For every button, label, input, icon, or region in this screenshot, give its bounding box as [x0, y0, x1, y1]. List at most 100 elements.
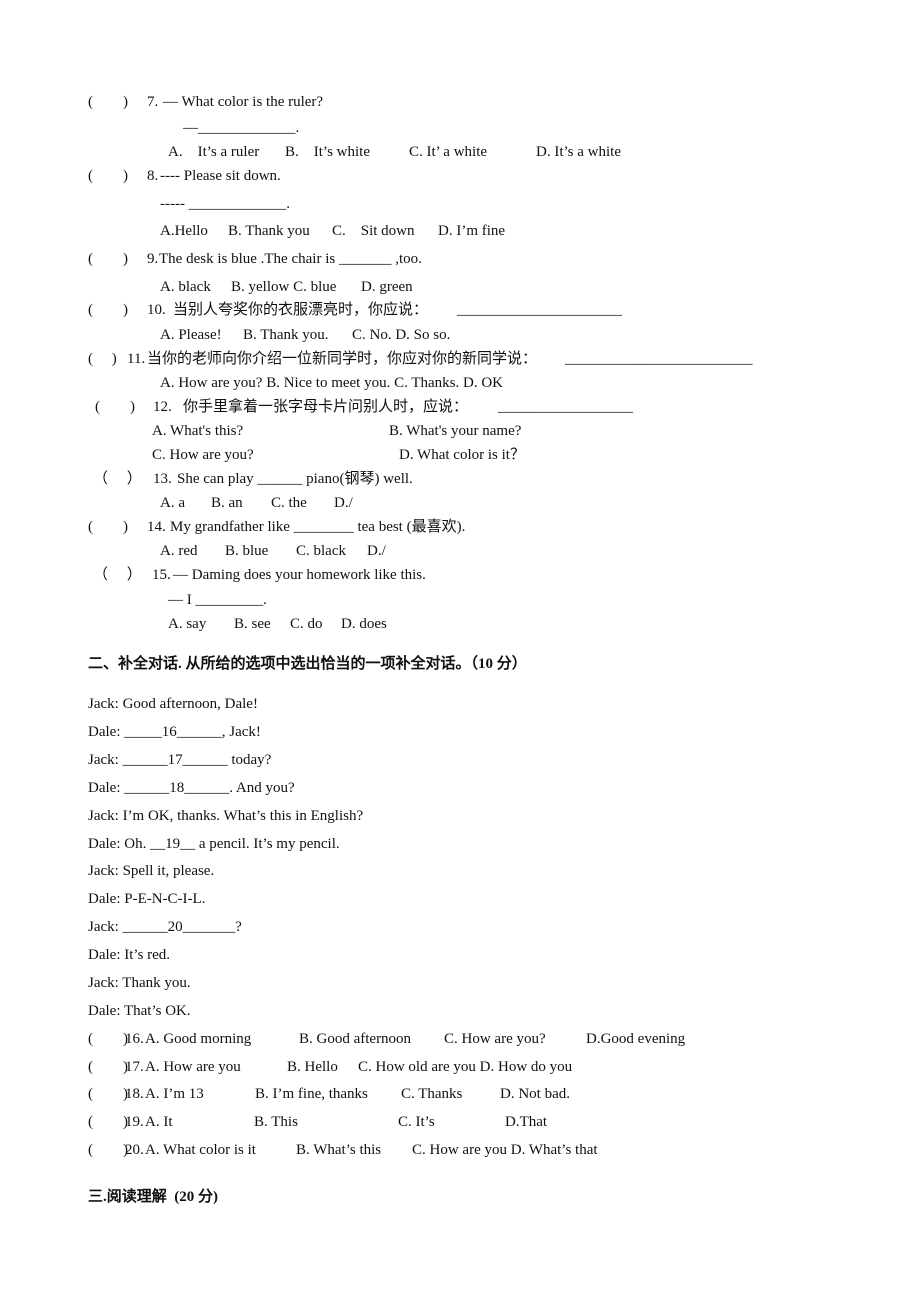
option-a: A. red — [160, 543, 198, 559]
dialogue-line: Dale: _____16______, Jack! — [88, 724, 261, 740]
section-3-heading: 三.阅读理解 (20 分) — [88, 1189, 218, 1205]
answer-bracket[interactable]: ( ) — [88, 301, 128, 319]
option-a: A. I’m 13 — [145, 1086, 204, 1102]
question-number: 18. — [125, 1086, 144, 1102]
question-number: 17. — [125, 1059, 144, 1075]
question-stem: 当你的老师向你介绍一位新同学时，你应对你的新同学说： — [147, 351, 538, 367]
option-a: A.Hello — [160, 223, 208, 239]
option-c: C. How are you D. What’s that — [412, 1142, 598, 1158]
question-number: 8. — [147, 168, 159, 184]
answer-line: —_____________. — [183, 120, 300, 136]
option-b: B. It’s white — [285, 144, 370, 160]
answer-blank: __________________ — [498, 399, 633, 415]
dialogue-line: Jack: ______17______ today? — [88, 752, 272, 768]
question-stem: — What color is the ruler? — [163, 94, 324, 110]
answer-blank: _________________________ — [565, 351, 753, 367]
answer-bracket[interactable]: ( ) — [88, 1113, 128, 1131]
option-a: A. It — [145, 1114, 173, 1130]
answer-bracket[interactable]: ( ) — [88, 1030, 128, 1048]
option-b: B. This — [254, 1114, 298, 1130]
question-stem: 当别人夸奖你的衣服漂亮时，你应说： — [173, 302, 429, 318]
option-c: C. the — [271, 495, 307, 511]
option-a: A. Good morning — [145, 1031, 252, 1047]
dialogue-line: Jack: Good afternoon, Dale! — [88, 696, 258, 712]
option-line: A. How are you? B. Nice to meet you. C. … — [160, 375, 503, 391]
dialogue-line: Jack: Thank you. — [88, 975, 191, 991]
answer-bracket[interactable]: ( ) — [95, 398, 135, 416]
option-c: C. How are you? — [152, 447, 254, 463]
question-number: 14. — [147, 519, 166, 535]
option-d: D. I’m fine — [438, 223, 506, 239]
option-c: C. do — [290, 616, 323, 632]
answer-line: — I _________. — [168, 592, 267, 608]
option-b: B. Thank you. — [243, 327, 329, 343]
dialogue-line: Jack: ______20_______? — [88, 919, 242, 935]
option-a: A. say — [168, 616, 207, 632]
option-d: D.That — [505, 1114, 548, 1130]
question-number: 20. — [125, 1142, 144, 1158]
option-d: D./ — [334, 495, 353, 511]
option-a: A. How are you — [145, 1059, 241, 1075]
option-c: C. How are you? — [444, 1031, 546, 1047]
question-stem: My grandfather like ________ tea best (最… — [170, 519, 466, 535]
dialogue-line: Jack: I’m OK, thanks. What’s this in Eng… — [88, 808, 364, 824]
question-stem: She can play ______ piano(钢琴) well. — [177, 471, 413, 487]
question-number: 15. — [152, 567, 171, 583]
option-b: B. What's your name? — [389, 423, 522, 439]
option-c: C. No. D. So so. — [352, 327, 451, 343]
option-d: D. It’s a white — [536, 144, 621, 160]
option-c: C. Sit down — [332, 223, 415, 239]
answer-bracket[interactable]: ( ) — [88, 1141, 128, 1159]
answer-bracket[interactable]: ( ) — [88, 518, 128, 536]
answer-blank: ______________________ — [457, 302, 622, 318]
question-number: 7. — [147, 94, 159, 110]
option-b: B. Good afternoon — [299, 1031, 412, 1047]
option-d: D. What color is it？ — [399, 447, 525, 463]
dialogue-line: Jack: Spell it, please. — [88, 863, 215, 879]
option-a: A. What color is it — [145, 1142, 256, 1158]
option-b: B. an — [211, 495, 243, 511]
question-number: 9. — [147, 251, 159, 267]
answer-bracket[interactable]: ( ) — [88, 350, 117, 368]
question-stem: 你手里拿着一张字母卡片问别人时，应说： — [183, 399, 469, 415]
option-b: B. see — [234, 616, 271, 632]
answer-bracket[interactable]: ( ) — [88, 250, 128, 268]
option-d: D./ — [367, 543, 386, 559]
option-b: B. Hello — [287, 1059, 338, 1075]
option-d: D. does — [341, 616, 387, 632]
option-b: B. What’s this — [296, 1142, 382, 1158]
option-a: A. a — [160, 495, 185, 511]
dialogue-line: Dale: That’s OK. — [88, 1003, 191, 1019]
question-number: 16. — [125, 1031, 144, 1047]
option-c: C. Thanks — [401, 1086, 463, 1102]
dialogue-line: Dale: ______18______. And you? — [88, 780, 295, 796]
dialogue-line: Dale: P-E-N-C-I-L. — [88, 891, 206, 907]
option-c: C. black — [296, 543, 346, 559]
option-a: A. What's this? — [152, 423, 244, 439]
option-a: A. Please! — [160, 327, 222, 343]
dialogue-line: Dale: It’s red. — [88, 947, 171, 963]
question-number: 19. — [125, 1114, 144, 1130]
option-b: B. Thank you — [228, 223, 310, 239]
option-d: D. Not bad. — [500, 1086, 570, 1102]
dialogue-line: Dale: Oh. __19__ a pencil. It’s my penci… — [88, 836, 340, 852]
question-number: 13. — [153, 471, 172, 487]
option-c: C. It’s — [398, 1114, 435, 1130]
section-2-heading: 二、补全对话. 从所给的选项中选出恰当的一项补全对话。（10 分） — [88, 656, 527, 672]
question-stem: The desk is blue .The chair is _______ ,… — [159, 251, 422, 267]
answer-line: ----- _____________. — [160, 196, 290, 212]
option-d: D.Good evening — [586, 1031, 686, 1047]
question-number: 11. — [127, 351, 146, 367]
option-d: D. green — [361, 279, 413, 295]
option-c: C. How old are you D. How do you — [358, 1059, 573, 1075]
answer-bracket[interactable]: ( ) — [88, 167, 128, 185]
answer-bracket[interactable]: ( ) — [88, 1085, 128, 1103]
answer-bracket[interactable]: ( ) — [88, 1058, 128, 1076]
question-stem: ---- Please sit down. — [160, 168, 281, 184]
answer-bracket[interactable]: （ ） — [93, 566, 142, 584]
answer-bracket[interactable]: （ ） — [93, 470, 142, 488]
question-stem: — Daming does your homework like this. — [173, 567, 426, 583]
question-number: 10. — [147, 302, 166, 318]
answer-bracket[interactable]: ( ) — [88, 93, 128, 111]
option-a: A. It’s a ruler — [168, 144, 260, 160]
